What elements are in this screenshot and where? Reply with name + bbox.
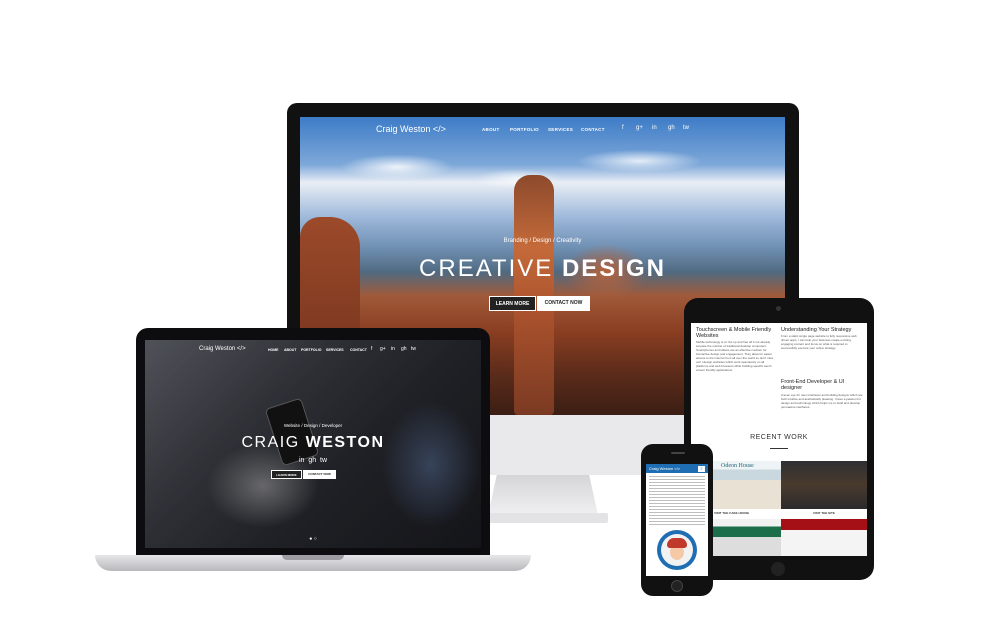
service-title-touchscreen: Touchscreen & Mobile Friendly Websites xyxy=(696,327,772,339)
hero-social-row: in gh tw xyxy=(145,457,481,464)
avatar-hair xyxy=(667,538,687,548)
macbook-screen: Craig Weston </> HOME ABOUT PORTFOLIO SE… xyxy=(145,340,481,548)
linkedin-icon[interactable]: in xyxy=(652,125,657,131)
nav-about[interactable]: ABOUT xyxy=(482,127,500,132)
visit-cake-house-link[interactable]: VISIT THE CAKE HOUSE xyxy=(714,511,749,515)
nav-services[interactable]: SERVICES xyxy=(326,348,344,352)
nav-about[interactable]: ABOUT xyxy=(284,348,296,352)
nav-home[interactable]: HOME xyxy=(268,348,279,352)
twitter-icon[interactable]: tw xyxy=(683,125,689,131)
hamburger-menu-icon[interactable]: ≡ xyxy=(698,465,705,472)
service-title-strategy: Understanding Your Strategy xyxy=(781,327,852,333)
service-title-frontend: Front-End Developer & UI designer xyxy=(781,379,845,391)
github-icon[interactable]: gh xyxy=(401,346,407,352)
nav-services[interactable]: SERVICES xyxy=(548,127,573,132)
heading-divider xyxy=(770,448,788,449)
carousel-dots[interactable]: ● ○ xyxy=(145,536,481,542)
site-logo[interactable]: Craig Weston </> xyxy=(649,466,680,471)
hero-title-bold: WESTON xyxy=(305,434,385,451)
phone-navbar: Craig Weston </> ≡ xyxy=(646,464,708,473)
tablet-camera xyxy=(776,306,781,311)
phone-home-button[interactable] xyxy=(671,580,683,592)
linkedin-icon[interactable]: in xyxy=(299,457,304,464)
google-plus-icon[interactable]: g+ xyxy=(380,346,386,352)
phone-speaker xyxy=(671,452,685,454)
site-logo[interactable]: Craig Weston </> xyxy=(199,346,246,352)
tablet-home-button[interactable] xyxy=(771,562,785,576)
site-logo[interactable]: Craig Weston </> xyxy=(376,124,446,134)
contact-now-button[interactable]: CONTACT NOW xyxy=(303,470,336,479)
tablet-screen: Touchscreen & Mobile Friendly Websites M… xyxy=(691,323,867,556)
portfolio-thumb-brand: Odeon House xyxy=(721,463,754,469)
hero-tagline: Branding / Design / Creativity xyxy=(503,238,582,244)
hero-tagline: Website / Design / Developer xyxy=(283,423,343,428)
nav-contact[interactable]: CONTACT xyxy=(350,348,367,352)
service-body-frontend: A keen eye for user interfaces and build… xyxy=(781,393,863,409)
nav-portfolio[interactable]: PORTFOLIO xyxy=(510,127,539,132)
avatar xyxy=(661,534,693,566)
service-body-strategy: From a static single page website to ful… xyxy=(781,334,857,350)
phone-body-text xyxy=(649,476,705,526)
twitter-icon[interactable]: tw xyxy=(411,346,416,352)
phone-screen: Craig Weston </> ≡ xyxy=(646,464,708,576)
recent-work-heading: RECENT WORK xyxy=(750,434,808,441)
google-plus-icon[interactable]: g+ xyxy=(636,125,643,131)
hero-title: CRAIG WESTON xyxy=(145,434,481,452)
portfolio-thumb-site[interactable] xyxy=(781,461,867,509)
visit-site-link[interactable]: VISIT THE SITE xyxy=(813,511,835,515)
hero-title: CREATIVE DESIGN xyxy=(300,255,785,283)
facebook-icon[interactable]: f xyxy=(371,346,372,352)
imac-navbar: Craig Weston </> ABOUT PORTFOLIO SERVICE… xyxy=(300,117,785,143)
nav-portfolio[interactable]: PORTFOLIO xyxy=(301,348,321,352)
learn-more-button[interactable]: LEARN MORE xyxy=(271,470,302,479)
hero-title-bold: DESIGN xyxy=(561,255,666,282)
imac-stand xyxy=(488,475,598,515)
twitter-icon[interactable]: tw xyxy=(320,457,327,464)
macbook-notch xyxy=(282,555,344,560)
facebook-icon[interactable]: f xyxy=(622,125,624,131)
nav-contact[interactable]: CONTACT xyxy=(581,127,605,132)
learn-more-button[interactable]: LEARN MORE xyxy=(489,296,536,311)
imac-stand-base xyxy=(478,513,608,523)
github-icon[interactable]: gh xyxy=(668,125,675,131)
hero-title-light: CRAIG xyxy=(241,434,300,451)
portfolio-thumb-4[interactable] xyxy=(781,519,867,556)
portfolio-thumb-3[interactable] xyxy=(707,519,781,556)
contact-now-button[interactable]: CONTACT NOW xyxy=(537,296,590,311)
canyon-hoodoo xyxy=(514,175,554,415)
github-icon[interactable]: gh xyxy=(308,457,316,464)
linkedin-icon[interactable]: in xyxy=(391,346,395,352)
service-body-touchscreen: Mobile technology is on the up and has o… xyxy=(696,340,774,372)
hero-title-light: CREATIVE xyxy=(419,255,554,282)
